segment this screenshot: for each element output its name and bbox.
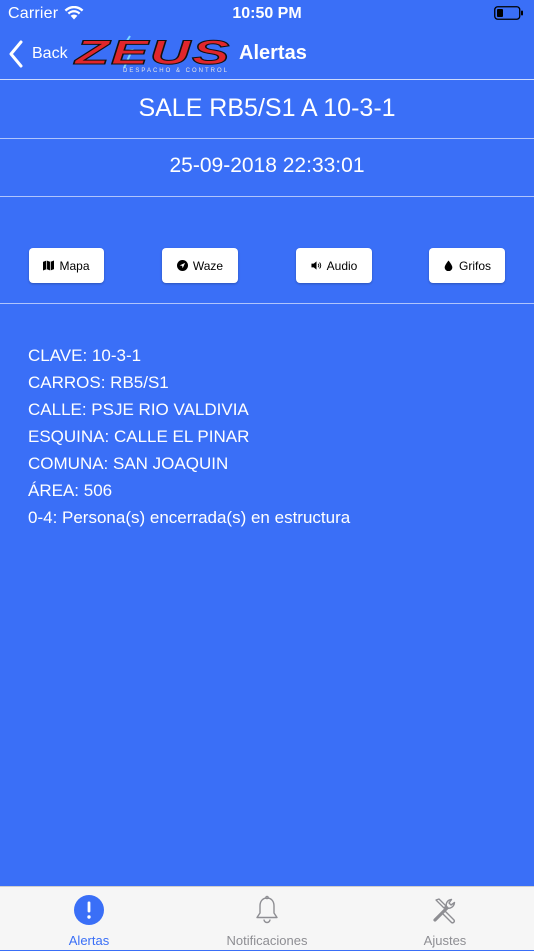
alert-title: SALE RB5/S1 A 10-3-1 <box>138 94 396 122</box>
exclamation-circle-icon <box>74 895 104 925</box>
status-bar: Carrier 10:50 PM <box>0 0 534 28</box>
detail-code-description: 0-4: Persona(s) encerrada(s) en estructu… <box>28 508 351 527</box>
tab-ajustes[interactable]: Ajustes <box>356 887 534 951</box>
chevron-left-icon <box>9 40 23 68</box>
detail-esquina: ESQUINA: CALLE EL PINAR <box>28 427 250 446</box>
page-title: Alertas <box>239 42 307 64</box>
tab-alertas-label: Alertas <box>68 933 110 948</box>
alert-details: CLAVE: 10-3-1 CARROS: RB5/S1 CALLE: PSJE… <box>28 342 518 531</box>
detail-carros: CARROS: RB5/S1 <box>28 373 169 392</box>
divider <box>0 303 534 304</box>
logo-subtitle: DESPACHO & CONTROL <box>123 68 229 74</box>
speaker-icon <box>311 261 321 270</box>
waze-button[interactable]: Waze <box>162 248 238 283</box>
tab-alertas[interactable]: Alertas <box>0 887 178 951</box>
tab-notificaciones-label: Notificaciones <box>226 933 308 948</box>
navigation-bar: Back ZEUS DESPACHO & CONTROL Alertas <box>0 28 534 80</box>
battery-icon <box>494 6 523 20</box>
map-button[interactable]: Mapa <box>29 248 104 283</box>
status-time: 10:50 PM <box>232 5 302 22</box>
detail-calle: CALLE: PSJE RIO VALDIVIA <box>28 400 249 419</box>
grifos-button-label: Grifos <box>458 258 491 273</box>
logo-text: ZEUS <box>73 34 231 72</box>
detail-clave: CLAVE: 10-3-1 <box>28 346 142 365</box>
tab-notificaciones[interactable]: Notificaciones <box>178 887 356 951</box>
grifos-button[interactable]: Grifos <box>429 248 505 283</box>
detail-area: ÁREA: 506 <box>28 481 113 500</box>
tools-icon <box>433 898 456 924</box>
waze-button-label: Waze <box>192 258 224 273</box>
map-button-label: Mapa <box>59 258 90 273</box>
divider <box>0 196 534 197</box>
map-icon <box>43 260 55 271</box>
tab-bar: Alertas Notificaciones Ajustes <box>0 886 534 950</box>
audio-button-label: Audio <box>326 258 358 273</box>
tab-ajustes-label: Ajustes <box>423 933 467 948</box>
detail-comuna: COMUNA: SAN JOAQUIN <box>28 454 229 473</box>
divider <box>0 138 534 139</box>
back-button[interactable]: Back <box>8 38 68 70</box>
nav-divider <box>0 79 534 80</box>
bell-icon <box>256 895 278 924</box>
navigation-arrow-icon <box>176 260 188 271</box>
zeus-logo: ZEUS DESPACHO & CONTROL <box>73 34 231 74</box>
audio-button[interactable]: Audio <box>296 248 372 283</box>
water-drop-icon <box>444 260 453 271</box>
alert-datetime: 25-09-2018 22:33:01 <box>169 154 365 177</box>
back-button-label: Back <box>32 45 68 62</box>
